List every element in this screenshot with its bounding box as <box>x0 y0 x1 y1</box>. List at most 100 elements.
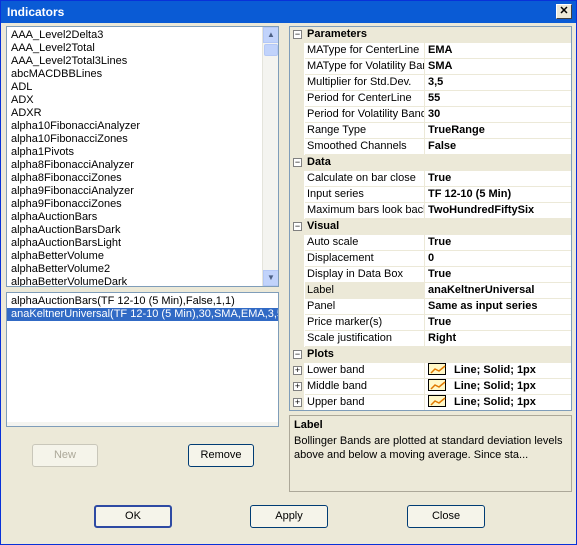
property-name: Label <box>305 283 425 299</box>
property-row[interactable]: Maximum bars look back TwoHundredFiftySix <box>290 203 571 219</box>
property-value[interactable]: 55 <box>425 91 571 107</box>
row-gutter <box>290 43 304 59</box>
list-item[interactable]: alphaBetterVolume2 <box>7 263 263 276</box>
ok-button[interactable]: OK <box>94 505 172 528</box>
category-label: Visual <box>307 220 340 232</box>
applied-indicators-list[interactable]: alphaAuctionBars(TF 12-10 (5 Min),False,… <box>6 292 279 427</box>
property-name: MAType for Volatility Bar <box>305 59 425 75</box>
property-value[interactable]: EMA <box>425 43 571 59</box>
property-value[interactable]: True <box>425 235 571 251</box>
property-row[interactable]: + Upper band Line; Solid; 1px <box>290 395 571 410</box>
description-text: Bollinger Bands are plotted at standard … <box>294 435 563 461</box>
list-item[interactable]: alpha9FibonacciZones <box>7 198 263 211</box>
list-item[interactable]: abcMACDBBLines <box>7 68 263 81</box>
property-row[interactable]: Display in Data Box True <box>290 267 571 283</box>
property-value[interactable]: True <box>425 171 571 187</box>
property-value[interactable]: TrueRange <box>425 123 571 139</box>
property-row[interactable]: Label anaKeltnerUniversal <box>290 283 571 299</box>
category-data[interactable]: − Data <box>290 155 571 171</box>
scroll-thumb[interactable] <box>264 44 278 56</box>
property-row[interactable]: Range Type TrueRange <box>290 123 571 139</box>
property-value[interactable]: Same as input series <box>425 299 571 315</box>
property-row[interactable]: Period for Volatility Band 30 <box>290 107 571 123</box>
apply-button[interactable]: Apply <box>250 505 328 528</box>
indicator-list-scrollbar[interactable]: ▲ ▼ <box>262 27 278 286</box>
list-item[interactable]: ADL <box>7 81 263 94</box>
property-value[interactable]: True <box>425 315 571 331</box>
list-item[interactable]: alpha10FibonacciAnalyzer <box>7 120 263 133</box>
property-row[interactable]: MAType for CenterLine EMA <box>290 43 571 59</box>
property-row[interactable]: Multiplier for Std.Dev. 3,5 <box>290 75 571 91</box>
property-row[interactable]: Calculate on bar close True <box>290 171 571 187</box>
expand-icon[interactable]: + <box>293 382 302 391</box>
property-name: Range Type <box>305 123 425 139</box>
property-value[interactable]: False <box>425 139 571 155</box>
close-button[interactable]: Close <box>407 505 485 528</box>
category-plots[interactable]: − Plots <box>290 347 571 363</box>
property-value[interactable]: 0 <box>425 251 571 267</box>
property-value[interactable]: SMA <box>425 59 571 75</box>
property-row[interactable]: Period for CenterLine 55 <box>290 91 571 107</box>
applied-list-hscrollbar[interactable] <box>7 422 278 426</box>
list-item[interactable]: alpha1Pivots <box>7 146 263 159</box>
list-item[interactable]: alphaBetterVolumeDark <box>7 276 263 286</box>
property-row[interactable]: MAType for Volatility Bar SMA <box>290 59 571 75</box>
property-value[interactable]: Line; Solid; 1px <box>425 379 571 395</box>
indicators-dialog: Indicators ✕ AAA_Level2Delta3 AAA_Level2T… <box>0 0 577 545</box>
list-item[interactable]: ADX <box>7 94 263 107</box>
property-name: Upper band <box>305 395 425 410</box>
property-value[interactable]: TF 12-10 (5 Min) <box>425 187 571 203</box>
list-item[interactable]: alphaAuctionBarsLight <box>7 237 263 250</box>
plot-style-text: Line; Solid; 1px <box>454 364 536 376</box>
list-item[interactable]: alphaAuctionBars <box>7 211 263 224</box>
list-item[interactable]: alpha9FibonacciAnalyzer <box>7 185 263 198</box>
list-item[interactable]: AAA_Level2Delta3 <box>7 29 263 42</box>
property-value[interactable]: 30 <box>425 107 571 123</box>
row-gutter <box>290 283 304 299</box>
property-row[interactable]: Scale justification Right <box>290 331 571 347</box>
applied-indicator-item[interactable]: alphaAuctionBars(TF 12-10 (5 Min),False,… <box>7 295 278 308</box>
property-row[interactable]: + Lower band Line; Solid; 1px <box>290 363 571 379</box>
category-parameters[interactable]: − Parameters <box>290 27 571 43</box>
list-item[interactable]: alphaBetterVolume <box>7 250 263 263</box>
property-row[interactable]: Smoothed Channels False <box>290 139 571 155</box>
property-row[interactable]: Displacement 0 <box>290 251 571 267</box>
property-value[interactable]: True <box>425 267 571 283</box>
expand-icon[interactable]: + <box>293 398 302 407</box>
list-item[interactable]: ADXR <box>7 107 263 120</box>
list-item[interactable]: alpha10FibonacciZones <box>7 133 263 146</box>
property-row[interactable]: + Middle band Line; Solid; 1px <box>290 379 571 395</box>
list-item[interactable]: AAA_Level2Total3Lines <box>7 55 263 68</box>
category-label: Parameters <box>307 28 367 40</box>
remove-button[interactable]: Remove <box>188 444 254 467</box>
indicator-list-items: AAA_Level2Delta3 AAA_Level2Total AAA_Level… <box>7 27 263 286</box>
scroll-up-icon[interactable]: ▲ <box>263 27 278 43</box>
scroll-down-icon[interactable]: ▼ <box>263 270 278 286</box>
applied-indicator-item[interactable]: anaKeltnerUniversal(TF 12-10 (5 Min),30,… <box>7 308 278 321</box>
category-visual[interactable]: − Visual <box>290 219 571 235</box>
property-value[interactable]: Line; Solid; 1px <box>425 363 571 379</box>
list-item[interactable]: AAA_Level2Total <box>7 42 263 55</box>
property-row[interactable]: Price marker(s) True <box>290 315 571 331</box>
property-row[interactable]: Auto scale True <box>290 235 571 251</box>
property-value[interactable]: TwoHundredFiftySix <box>425 203 571 219</box>
list-item[interactable]: alpha8FibonacciAnalyzer <box>7 159 263 172</box>
close-window-button[interactable]: ✕ <box>556 4 572 19</box>
property-row[interactable]: Input series TF 12-10 (5 Min) <box>290 187 571 203</box>
list-item[interactable]: alpha8FibonacciZones <box>7 172 263 185</box>
property-row[interactable]: Panel Same as input series <box>290 299 571 315</box>
indicator-list[interactable]: AAA_Level2Delta3 AAA_Level2Total AAA_Level… <box>6 26 279 287</box>
list-item[interactable]: alphaAuctionBarsDark <box>7 224 263 237</box>
property-value[interactable]: Right <box>425 331 571 347</box>
collapse-icon[interactable]: − <box>293 350 302 359</box>
property-value[interactable]: 3,5 <box>425 75 571 91</box>
collapse-icon[interactable]: − <box>293 30 302 39</box>
property-name: Maximum bars look back <box>305 203 425 219</box>
property-value[interactable]: Line; Solid; 1px <box>425 395 571 410</box>
expand-icon[interactable]: + <box>293 366 302 375</box>
new-button[interactable]: New <box>32 444 98 467</box>
property-value[interactable]: anaKeltnerUniversal <box>425 283 571 299</box>
collapse-icon[interactable]: − <box>293 222 302 231</box>
collapse-icon[interactable]: − <box>293 158 302 167</box>
row-gutter <box>290 107 304 123</box>
